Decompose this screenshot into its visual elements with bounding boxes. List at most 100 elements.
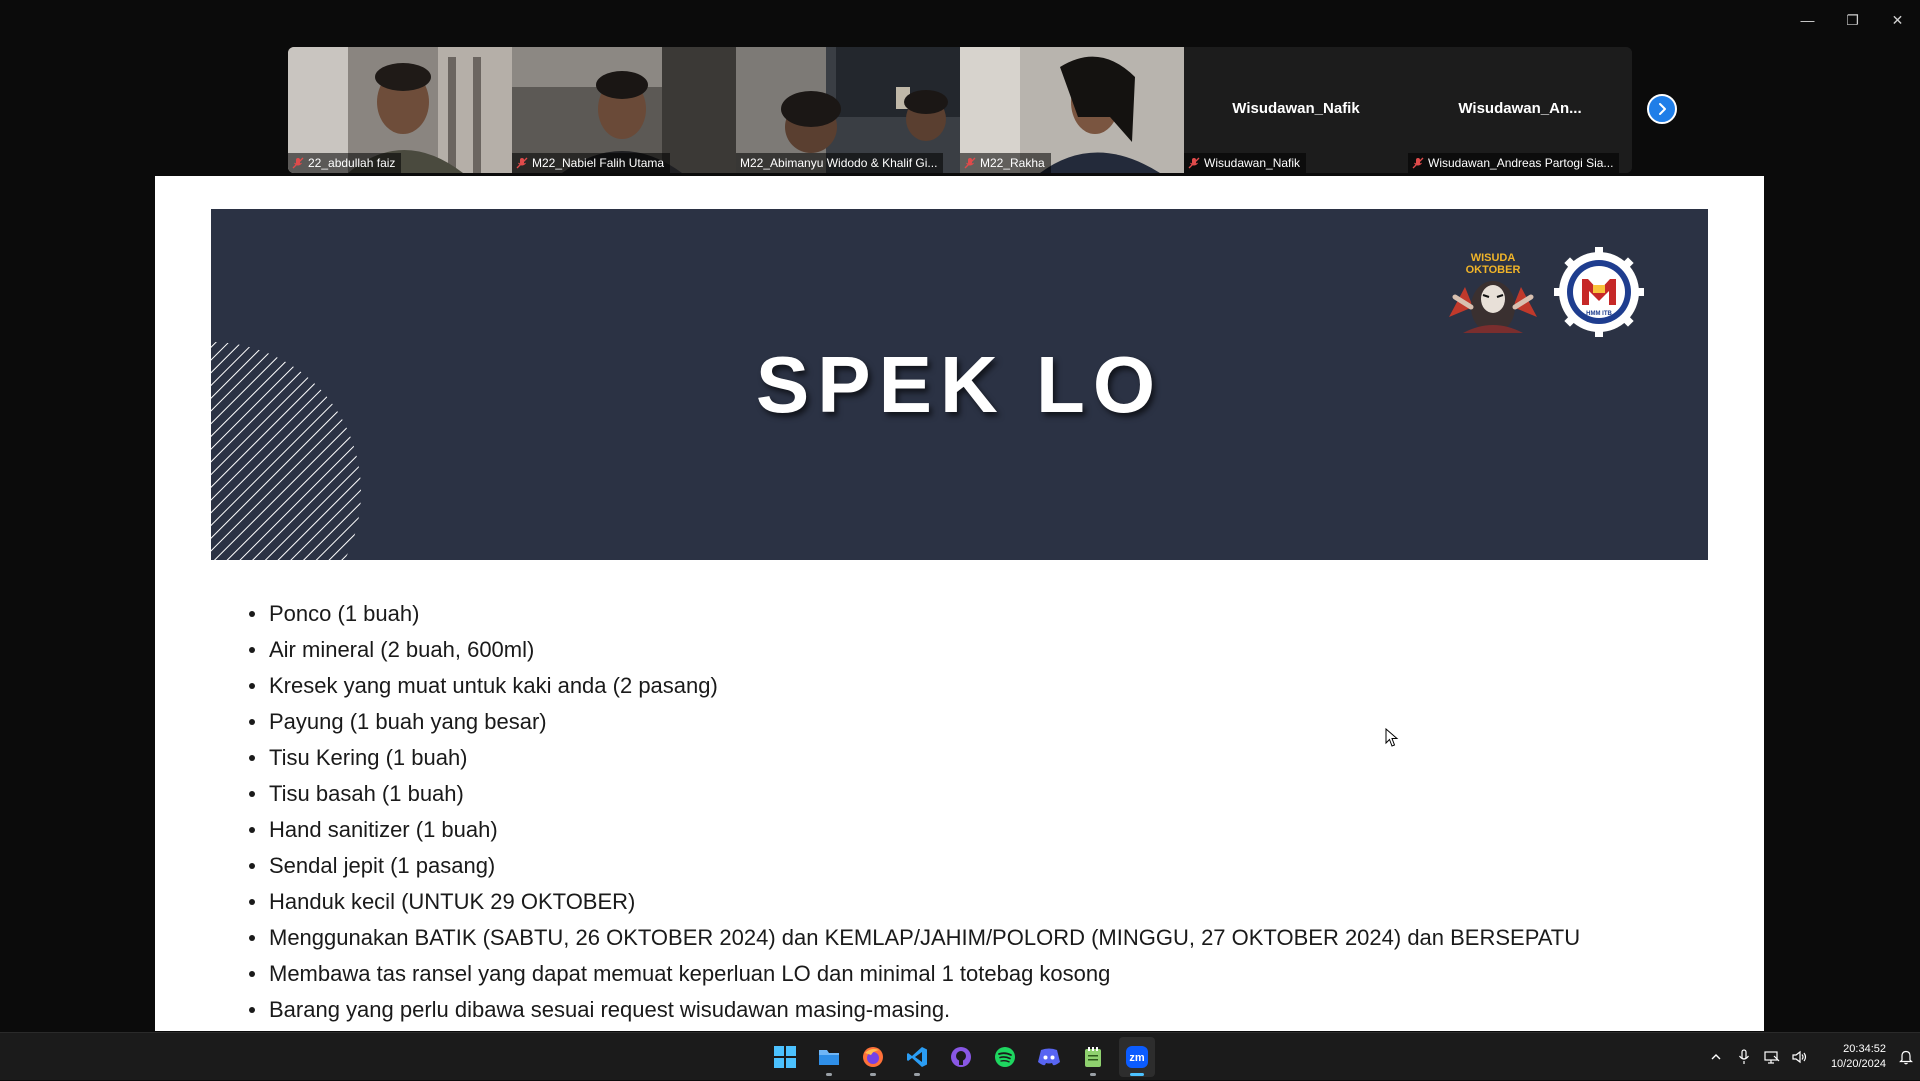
clock-date: 10/20/2024 (1814, 1057, 1886, 1072)
network-icon (1764, 1050, 1780, 1064)
participant-tile[interactable]: M22_Rakha (960, 47, 1184, 173)
mic-muted-icon (1412, 157, 1424, 169)
participant-name: M22_Abimanyu Widodo & Khalif Gi... (740, 156, 937, 170)
participant-name: 22_abdullah faiz (308, 156, 395, 170)
list-item-text: Barang yang perlu dibawa sesuai request … (269, 997, 950, 1023)
taskbar: zm (0, 1032, 1920, 1080)
zoom-icon: zm (1125, 1045, 1149, 1069)
bullet-icon (249, 863, 255, 869)
window-controls: — ❐ ✕ (1785, 0, 1920, 40)
bullet-icon (249, 971, 255, 977)
tray-overflow-button[interactable] (1702, 1033, 1730, 1081)
bullet-icon (249, 1007, 255, 1013)
mic-muted-icon (292, 157, 304, 169)
tray-volume[interactable] (1786, 1033, 1814, 1081)
mic-muted-icon (516, 157, 528, 169)
participant-name: M22_Nabiel Falih Utama (532, 156, 664, 170)
participant-tile[interactable]: Wisudawan_An... Wisudawan_Andreas Partog… (1408, 47, 1632, 173)
list-item-text: Sendal jepit (1 pasang) (269, 853, 495, 879)
list-item: Payung (1 buah yang besar) (249, 704, 1580, 740)
list-item-text: Handuk kecil (UNTUK 29 OKTOBER) (269, 889, 635, 915)
list-item-text: Ponco (1 buah) (269, 601, 419, 627)
list-item-text: Kresek yang muat untuk kaki anda (2 pasa… (269, 673, 718, 699)
bullet-icon (249, 647, 255, 653)
tray-notifications[interactable] (1892, 1033, 1920, 1081)
volume-icon (1792, 1050, 1808, 1064)
participant-name-bar: Wisudawan_Andreas Partogi Sia... (1408, 153, 1619, 173)
participant-name-bar: 22_abdullah faiz (288, 153, 401, 173)
gallery-next-button[interactable] (1647, 94, 1677, 124)
spotify-icon (994, 1046, 1016, 1068)
participant-tile-active-speaker[interactable]: M22_Abimanyu Widodo & Khalif Gi... (736, 47, 960, 173)
start-button[interactable] (767, 1037, 803, 1077)
taskbar-vscode[interactable] (899, 1037, 935, 1077)
chevron-up-icon (1710, 1051, 1722, 1063)
svg-text:WISUDA: WISUDA (1471, 252, 1516, 264)
github-desktop-icon (950, 1046, 972, 1068)
taskbar-clock[interactable]: 20:34:52 10/20/2024 (1814, 1042, 1892, 1072)
list-item-text: Tisu Kering (1 buah) (269, 745, 468, 771)
tray-microphone[interactable] (1730, 1033, 1758, 1081)
bullet-icon (249, 719, 255, 725)
mouse-cursor-icon (1385, 728, 1399, 748)
tray-network[interactable] (1758, 1033, 1786, 1081)
discord-icon (1037, 1047, 1061, 1067)
slide-title-banner: SPEK LO WISUDA OKTOBER (211, 209, 1708, 560)
taskbar-zoom[interactable]: zm (1119, 1037, 1155, 1077)
notepad-icon (1083, 1046, 1103, 1068)
bullet-icon (249, 755, 255, 761)
list-item: Ponco (1 buah) (249, 596, 1580, 632)
bullet-icon (249, 935, 255, 941)
svg-text:OKTOBER: OKTOBER (1466, 264, 1521, 276)
shared-screen-slide: SPEK LO WISUDA OKTOBER (155, 176, 1764, 1031)
system-tray: 20:34:52 10/20/2024 (1702, 1033, 1920, 1081)
taskbar-firefox[interactable] (855, 1037, 891, 1077)
minimize-button[interactable]: — (1785, 0, 1830, 40)
firefox-icon (861, 1045, 885, 1069)
participant-name: Wisudawan_Andreas Partogi Sia... (1428, 156, 1613, 170)
clock-time: 20:34:52 (1814, 1042, 1886, 1057)
mic-muted-icon (964, 157, 976, 169)
list-item: Air mineral (2 buah, 600ml) (249, 632, 1580, 668)
slide-title: SPEK LO (211, 339, 1708, 431)
participant-name: Wisudawan_Nafik (1204, 156, 1300, 170)
participant-gallery: 22_abdullah faiz M22_Nabiel Falih Utama (288, 47, 1632, 173)
taskbar-spotify[interactable] (987, 1037, 1023, 1077)
participant-display-name: Wisudawan_An... (1408, 100, 1632, 117)
list-item-text: Payung (1 buah yang besar) (269, 709, 547, 735)
participant-tile[interactable]: M22_Nabiel Falih Utama (512, 47, 736, 173)
participant-name-bar: M22_Rakha (960, 153, 1051, 173)
taskbar-apps: zm (767, 1033, 1155, 1081)
close-button[interactable]: ✕ (1875, 0, 1920, 40)
bullet-icon (249, 683, 255, 689)
bullet-icon (249, 611, 255, 617)
list-item-text: Tisu basah (1 buah) (269, 781, 464, 807)
participant-name: M22_Rakha (980, 156, 1045, 170)
hmm-itb-logo: HMM ITB (1552, 245, 1646, 339)
microphone-icon (1738, 1049, 1750, 1065)
bullet-icon (249, 899, 255, 905)
bell-icon (1899, 1049, 1913, 1065)
taskbar-github-desktop[interactable] (943, 1037, 979, 1077)
maximize-button[interactable]: ❐ (1830, 0, 1875, 40)
taskbar-file-explorer[interactable] (811, 1037, 847, 1077)
taskbar-notepad[interactable] (1075, 1037, 1111, 1077)
svg-text:HMM ITB: HMM ITB (1586, 311, 1612, 317)
participant-name-bar: Wisudawan_Nafik (1184, 153, 1306, 173)
svg-text:zm: zm (1129, 1052, 1145, 1064)
list-item: Membawa tas ransel yang dapat memuat kep… (249, 956, 1580, 992)
list-item: Hand sanitizer (1 buah) (249, 812, 1580, 848)
list-item: Sendal jepit (1 pasang) (249, 848, 1580, 884)
participant-tile[interactable]: Wisudawan_Nafik Wisudawan_Nafik (1184, 47, 1408, 173)
list-item: Barang yang perlu dibawa sesuai request … (249, 992, 1580, 1028)
list-item: Tisu basah (1 buah) (249, 776, 1580, 812)
participant-name-bar: M22_Abimanyu Widodo & Khalif Gi... (736, 153, 943, 173)
participant-tile[interactable]: 22_abdullah faiz (288, 47, 512, 173)
bullet-icon (249, 791, 255, 797)
windows-start-icon (774, 1046, 796, 1068)
list-item: Kresek yang muat untuk kaki anda (2 pasa… (249, 668, 1580, 704)
participant-display-name: Wisudawan_Nafik (1184, 100, 1408, 117)
list-item: Menggunakan BATIK (SABTU, 26 OKTOBER 202… (249, 920, 1580, 956)
vscode-icon (906, 1046, 928, 1068)
taskbar-discord[interactable] (1031, 1037, 1067, 1077)
